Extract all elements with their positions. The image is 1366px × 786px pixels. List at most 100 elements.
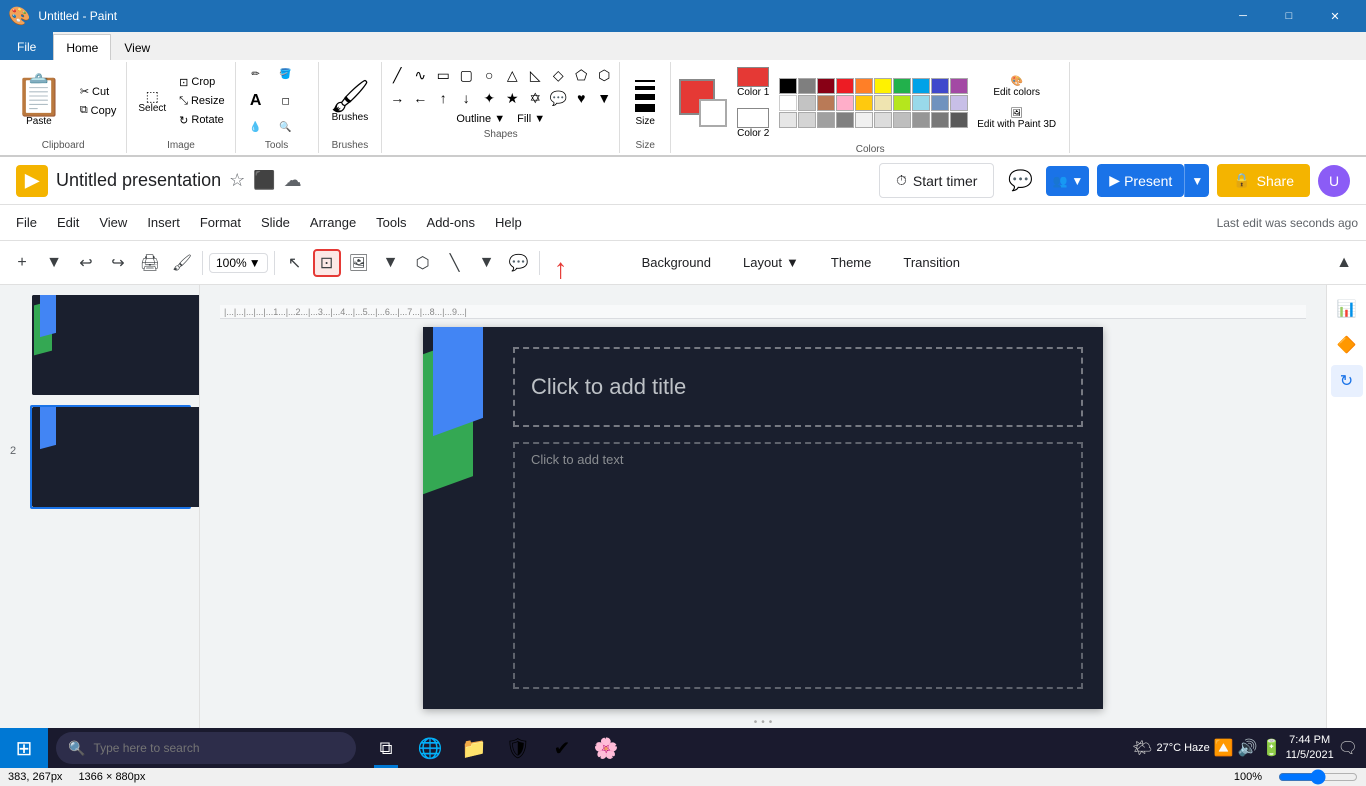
shape-tool-button[interactable]: ⬡	[409, 249, 437, 277]
select-button[interactable]: ⬚ Select	[133, 86, 171, 117]
undo-button[interactable]: ↩	[72, 249, 100, 277]
color2-box[interactable]	[699, 99, 727, 127]
textbox-tool-button[interactable]: ⊡	[313, 249, 341, 277]
eraser-button[interactable]: ◻	[272, 93, 300, 110]
notification-icon[interactable]: 🗨	[1338, 738, 1358, 758]
color-lime[interactable]	[893, 95, 911, 111]
edit-paint3d-button[interactable]: 🖼 Edit with Paint 3D	[972, 105, 1061, 133]
resize-button[interactable]: ⤡ Resize	[175, 93, 228, 110]
color1-button[interactable]: Color 1	[731, 64, 775, 101]
drive-icon-button[interactable]: 🔶	[1331, 329, 1363, 361]
tab-view[interactable]: View	[111, 34, 163, 60]
title-text-box[interactable]: Click to add title	[513, 347, 1083, 427]
shape-rect[interactable]: ▭	[432, 64, 454, 86]
color-yellow[interactable]	[874, 78, 892, 94]
battery-icon[interactable]: 🔋	[1262, 738, 1282, 758]
sheets-icon-button[interactable]: 📊	[1331, 293, 1363, 325]
taskbar-multiview-button[interactable]: ⧉	[364, 728, 408, 768]
menu-slide[interactable]: Slide	[253, 211, 298, 234]
share-button[interactable]: 🔒 Share	[1217, 164, 1310, 197]
shape-more[interactable]: ▼	[593, 87, 615, 109]
slide-2-thumbnail[interactable]	[30, 405, 191, 509]
color-white[interactable]	[779, 95, 797, 111]
color-dc[interactable]	[874, 112, 892, 128]
zoom-control[interactable]: 100% ▼	[209, 253, 268, 273]
shape-rtriangle[interactable]: ◺	[524, 64, 546, 86]
magnify-button[interactable]: 🔍	[272, 119, 300, 136]
content-text-box[interactable]: Click to add text	[513, 442, 1083, 689]
search-input[interactable]	[93, 741, 313, 755]
cut-button[interactable]: ✂ Cut	[76, 83, 121, 100]
canvas-area[interactable]: |...|...|...|...|...1...|...2...|...3...…	[200, 285, 1326, 766]
network-icon[interactable]: 🔼	[1214, 738, 1234, 758]
layout-button[interactable]: Layout ▼	[731, 251, 811, 274]
taskbar-search[interactable]: 🔍	[56, 732, 356, 764]
shape-darrow[interactable]: ↓	[455, 87, 477, 109]
background-button[interactable]: Background	[630, 251, 723, 274]
menu-help[interactable]: Help	[487, 211, 530, 234]
shape-ellipse[interactable]: ○	[478, 64, 500, 86]
transition-button[interactable]: Transition	[891, 251, 972, 274]
minimize-button[interactable]: ─	[1220, 0, 1266, 32]
toolbar-expand-button[interactable]: ▲	[1330, 249, 1358, 277]
color-cream[interactable]	[874, 95, 892, 111]
fill-button[interactable]: 🪣	[272, 66, 300, 83]
shape-uarrow[interactable]: ↑	[432, 87, 454, 109]
color-black[interactable]	[779, 78, 797, 94]
pencil-button[interactable]: ✏	[242, 66, 270, 83]
color-be[interactable]	[893, 112, 911, 128]
color-darkred[interactable]	[817, 78, 835, 94]
image-dropdown[interactable]: ▼	[377, 249, 405, 277]
taskbar-app4-button[interactable]: 🛡	[496, 728, 540, 768]
image-tool-button[interactable]: 🖼	[345, 249, 373, 277]
maximize-button[interactable]: □	[1266, 0, 1312, 32]
color-lightblue[interactable]	[912, 95, 930, 111]
shape-star5[interactable]: ★	[501, 87, 523, 109]
paste-button[interactable]: 📋 Paste	[6, 72, 72, 131]
taskbar-app5-button[interactable]: ✔	[540, 728, 584, 768]
shape-roundrect[interactable]: ▢	[455, 64, 477, 86]
menu-view[interactable]: View	[91, 211, 135, 234]
add-slide-button[interactable]: +	[8, 249, 36, 277]
save-to-drive-icon[interactable]: ⬛	[253, 170, 275, 191]
start-timer-button[interactable]: ⏱ Start timer	[879, 163, 995, 198]
slide-canvas[interactable]: Click to add title Click to add text	[423, 327, 1103, 709]
zoom-slider[interactable]	[1278, 769, 1358, 785]
outline-button[interactable]: Outline ▼	[452, 111, 509, 127]
taskbar-app6-button[interactable]: 🌸	[584, 728, 628, 768]
fill-select-button[interactable]: Fill ▼	[513, 111, 549, 127]
size-button[interactable]: Size	[626, 73, 664, 130]
shape-line[interactable]: ╱	[386, 64, 408, 86]
color-blue[interactable]	[912, 78, 930, 94]
menu-edit[interactable]: Edit	[49, 211, 87, 234]
shape-curve[interactable]: ∿	[409, 64, 431, 86]
star-icon[interactable]: ☆	[229, 170, 245, 191]
taskbar-chrome-button[interactable]: 🌐	[408, 728, 452, 768]
color2-button[interactable]: Color 2	[731, 105, 775, 142]
menu-tools[interactable]: Tools	[368, 211, 414, 234]
close-button[interactable]: ✕	[1312, 0, 1358, 32]
edit-colors-button[interactable]: 🎨 Edit colors	[972, 73, 1061, 101]
color-5a[interactable]	[950, 112, 968, 128]
presentation-title[interactable]: Untitled presentation	[56, 170, 221, 191]
color-a0[interactable]	[817, 112, 835, 128]
color-purple[interactable]	[950, 78, 968, 94]
color-red[interactable]	[836, 78, 854, 94]
comment-button[interactable]: 💬	[1002, 163, 1038, 199]
color-lavender[interactable]	[950, 95, 968, 111]
volume-icon[interactable]: 🔊	[1238, 738, 1258, 758]
color-f0[interactable]	[855, 112, 873, 128]
color-e6[interactable]	[779, 112, 797, 128]
toolbar-comment-button[interactable]: 💬	[505, 249, 533, 277]
color-green[interactable]	[893, 78, 911, 94]
color-orange[interactable]	[855, 78, 873, 94]
cursor-tool-button[interactable]: ↖	[281, 249, 309, 277]
color-lightgray[interactable]	[798, 95, 816, 111]
color-d4[interactable]	[798, 112, 816, 128]
shape-larrow[interactable]: ←	[409, 87, 431, 109]
tab-home[interactable]: Home	[53, 34, 111, 60]
tab-file[interactable]: File	[0, 32, 53, 60]
copy-button[interactable]: ⧉ Copy	[76, 102, 121, 119]
menu-format[interactable]: Format	[192, 211, 249, 234]
start-button[interactable]: ⊞	[0, 728, 48, 768]
